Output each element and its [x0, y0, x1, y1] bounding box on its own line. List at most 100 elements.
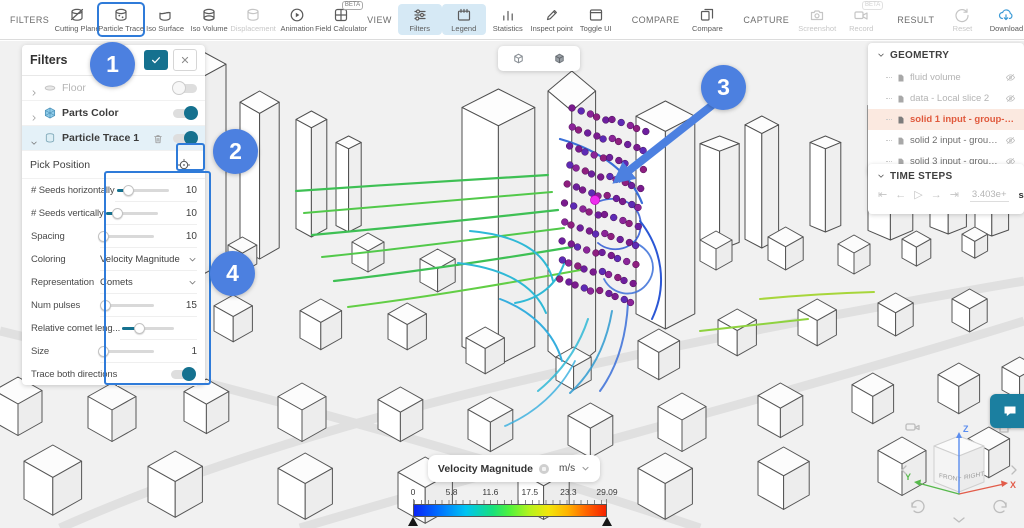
time-steps-header[interactable]: TIME STEPS	[868, 164, 1024, 188]
play-icon[interactable]: ▷	[914, 188, 922, 202]
toolbar-item-label: Statistics	[493, 24, 523, 33]
toolbar-section-label: COMPARE	[632, 15, 680, 25]
toolbar-item-reset: Reset	[940, 4, 984, 35]
display-mode-bar	[498, 46, 580, 71]
param-row-relative-comet-leng: Relative comet leng...	[22, 317, 205, 340]
toolbar-item-download[interactable]: Download	[984, 4, 1024, 35]
param-value[interactable]: 10	[154, 231, 197, 242]
geometry-item-fluid-volume[interactable]: fluid volume	[868, 67, 1024, 88]
param-value[interactable]: 10	[169, 185, 197, 196]
reset-icon	[954, 7, 970, 23]
time-steps-panel: TIME STEPS ⇤←▷→⇥ 3.403e+ s	[868, 164, 1024, 214]
param-slider[interactable]	[117, 189, 169, 192]
delete-filter-button[interactable]	[152, 132, 164, 144]
param-value[interactable]: 10	[158, 208, 197, 219]
filters-panel: Filters FloorParts ColorParticle Trace 1…	[22, 45, 205, 385]
gizmo-rotate-left-arrow[interactable]	[902, 466, 906, 474]
toolbar-item-compare[interactable]: Compare	[685, 4, 729, 35]
gizmo-roll-right-icon[interactable]	[994, 501, 1006, 513]
toolbar-section-result: RESULTResetDownload	[893, 4, 1024, 35]
toolbar-item-label: Iso Volume	[191, 24, 228, 33]
chevron-right-icon	[30, 114, 38, 122]
toolbar-item-iso-surface[interactable]: Iso Surface	[143, 4, 187, 35]
param-row-num-pulses: Num pulses 15	[22, 294, 205, 317]
gizmo-chevron-down[interactable]	[954, 518, 964, 522]
beta-badge: BETA	[862, 1, 883, 10]
param-toggle[interactable]	[171, 370, 195, 379]
next-step-icon[interactable]: →	[931, 188, 942, 202]
toolbar-item-legend[interactable]: Legend	[442, 4, 486, 35]
chevron-down-icon	[877, 172, 885, 180]
time-value-field[interactable]: 3.403e+	[970, 189, 1009, 202]
param-select[interactable]: Velocity Magnitude	[100, 254, 197, 265]
filter-visibility-toggle[interactable]	[173, 109, 197, 118]
param-value[interactable]: 1	[154, 346, 197, 357]
time-playback-controls: ⇤←▷→⇥ 3.403e+ s	[868, 188, 1024, 202]
solid-cube-button[interactable]	[545, 48, 575, 69]
filter-item-particle-trace-1[interactable]: Particle Trace 1	[22, 126, 205, 151]
eye-off-icon[interactable]	[1005, 72, 1016, 83]
pick-position-button[interactable]	[175, 156, 193, 174]
prev-step-icon[interactable]: ←	[895, 188, 906, 202]
eye-off-icon[interactable]	[1005, 135, 1016, 146]
legend-max-handle[interactable]	[602, 517, 612, 526]
legend-tick-labels: 05.811.617.523.329.09	[413, 487, 607, 497]
chevron-down-icon	[877, 51, 885, 59]
geometry-header[interactable]: GEOMETRY	[868, 43, 1024, 67]
toolbar-item-filters[interactable]: Filters	[398, 4, 442, 35]
geometry-item-solid-1-input-group-all[interactable]: solid 1 input - group-all...	[868, 109, 1024, 130]
legend-unit: m/s	[559, 463, 575, 474]
param-label: Num pulses	[31, 300, 100, 311]
eye-off-icon[interactable]	[1005, 93, 1016, 104]
apply-button[interactable]	[144, 50, 168, 70]
wireframe-cube-button[interactable]	[504, 48, 534, 69]
toolbar-item-inspect-point[interactable]: Inspect point	[530, 4, 574, 35]
toolbar-section-label: VIEW	[367, 15, 392, 25]
gizmo-roll-left-icon[interactable]	[912, 501, 924, 513]
parts-color-icon	[43, 106, 57, 120]
gizmo-rotate-right-arrow[interactable]	[1012, 466, 1016, 474]
legend-tick-label: 0	[411, 487, 416, 497]
chat-button[interactable]	[990, 394, 1024, 428]
toolbar-section-label: FILTERS	[10, 15, 49, 25]
legend-min-handle[interactable]	[408, 517, 418, 526]
param-select-value: Comets	[100, 277, 133, 288]
close-panel-button[interactable]	[173, 49, 197, 71]
param-slider[interactable]	[102, 304, 154, 307]
toolbar-item-animation[interactable]: Animation	[275, 4, 319, 35]
gizmo-camera-icon[interactable]	[906, 424, 919, 430]
download-icon	[998, 7, 1014, 23]
filters-tree: FloorParts ColorParticle Trace 1	[22, 76, 205, 151]
toolbar-item-label: Field Calculator	[315, 24, 367, 33]
param-value[interactable]: 15	[154, 300, 197, 311]
check-icon	[150, 54, 162, 66]
toolbar-item-particle-trace[interactable]: Particle Trace	[99, 4, 143, 35]
toolbar-item-toggle-ui[interactable]: Toggle UI	[574, 4, 618, 35]
toolbar-item-statistics[interactable]: Statistics	[486, 4, 530, 35]
legend-gradient-bar[interactable]	[413, 504, 607, 517]
filter-item-parts-color[interactable]: Parts Color	[22, 101, 205, 126]
legend-field-selector[interactable]: Velocity Magnitude m/s	[428, 455, 600, 482]
param-slider[interactable]	[102, 235, 154, 238]
geometry-item-solid-2-input-ground-o[interactable]: solid 2 input - ground_o...	[868, 130, 1024, 151]
legend-field-name: Velocity Magnitude	[438, 463, 533, 475]
param-label: Trace both directions	[31, 369, 117, 380]
legend-field-chip-icon[interactable]	[539, 464, 549, 474]
orientation-gizmo[interactable]: FRONT RIGHT Z X Y	[898, 420, 1020, 525]
geometry-item-data-local-slice-2[interactable]: data - Local slice 2	[868, 88, 1024, 109]
param-slider[interactable]	[106, 212, 158, 215]
toolbar-item-field-calculator[interactable]: Field CalculatorBETA	[319, 4, 363, 35]
param-row-seeds-vertically: # Seeds vertically10	[22, 202, 205, 225]
toolbar-item-label: Particle Trace	[98, 24, 144, 33]
toolbar-item-screenshot: Screenshot	[795, 4, 839, 35]
toolbar-item-iso-volume[interactable]: Iso Volume	[187, 4, 231, 35]
param-slider[interactable]	[122, 327, 174, 330]
last-step-icon[interactable]: ⇥	[950, 188, 959, 202]
first-step-icon[interactable]: ⇤	[878, 188, 887, 202]
filter-visibility-toggle[interactable]	[173, 84, 197, 93]
param-slider[interactable]	[102, 350, 154, 353]
param-row-trace-both-directions: Trace both directions	[22, 363, 205, 386]
param-select[interactable]: Comets	[100, 277, 197, 288]
toolbar-item-cutting-plane[interactable]: Cutting Plane	[55, 4, 99, 35]
filter-visibility-toggle[interactable]	[173, 134, 197, 143]
